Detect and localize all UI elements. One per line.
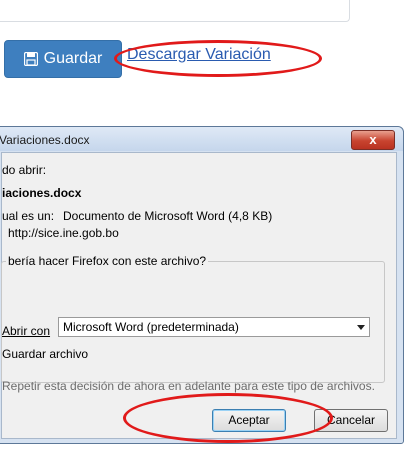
save-file-option[interactable]: Guardar archivo	[2, 347, 88, 361]
open-with-select[interactable]: Microsoft Word (predeterminada)	[58, 317, 370, 337]
highlight-ellipse-accept	[123, 393, 333, 443]
close-icon[interactable]: x	[351, 130, 395, 150]
file-type-label: ual es un:	[2, 209, 55, 223]
file-source: http://sice.ine.gob.bo	[8, 226, 119, 240]
dialog-title: Variaciones.docx	[0, 133, 90, 147]
open-with-app: Microsoft Word (predeterminada)	[63, 320, 239, 334]
open-with-option[interactable]: Abrir con	[2, 324, 50, 338]
chevron-down-icon	[357, 325, 365, 330]
open-with-label: Abrir con	[2, 324, 51, 338]
floppy-disk-icon	[23, 52, 38, 66]
file-type-value: Documento de Microsoft Word (4,8 KB)	[63, 209, 273, 223]
save-button-label: Guardar	[43, 50, 103, 67]
remember-decision-checkbox[interactable]: Repetir esta decisión de ahora en adelan…	[2, 379, 375, 393]
save-button[interactable]: Guardar	[4, 40, 122, 78]
text-field[interactable]	[0, 0, 350, 22]
dialog-heading: do abrir:	[2, 163, 47, 177]
file-name: iaciones.docx	[2, 186, 82, 200]
highlight-ellipse-link	[114, 40, 322, 77]
action-question: bería hacer Firefox con este archivo?	[6, 254, 209, 268]
dialog-titlebar: Variaciones.docx x	[0, 127, 403, 151]
